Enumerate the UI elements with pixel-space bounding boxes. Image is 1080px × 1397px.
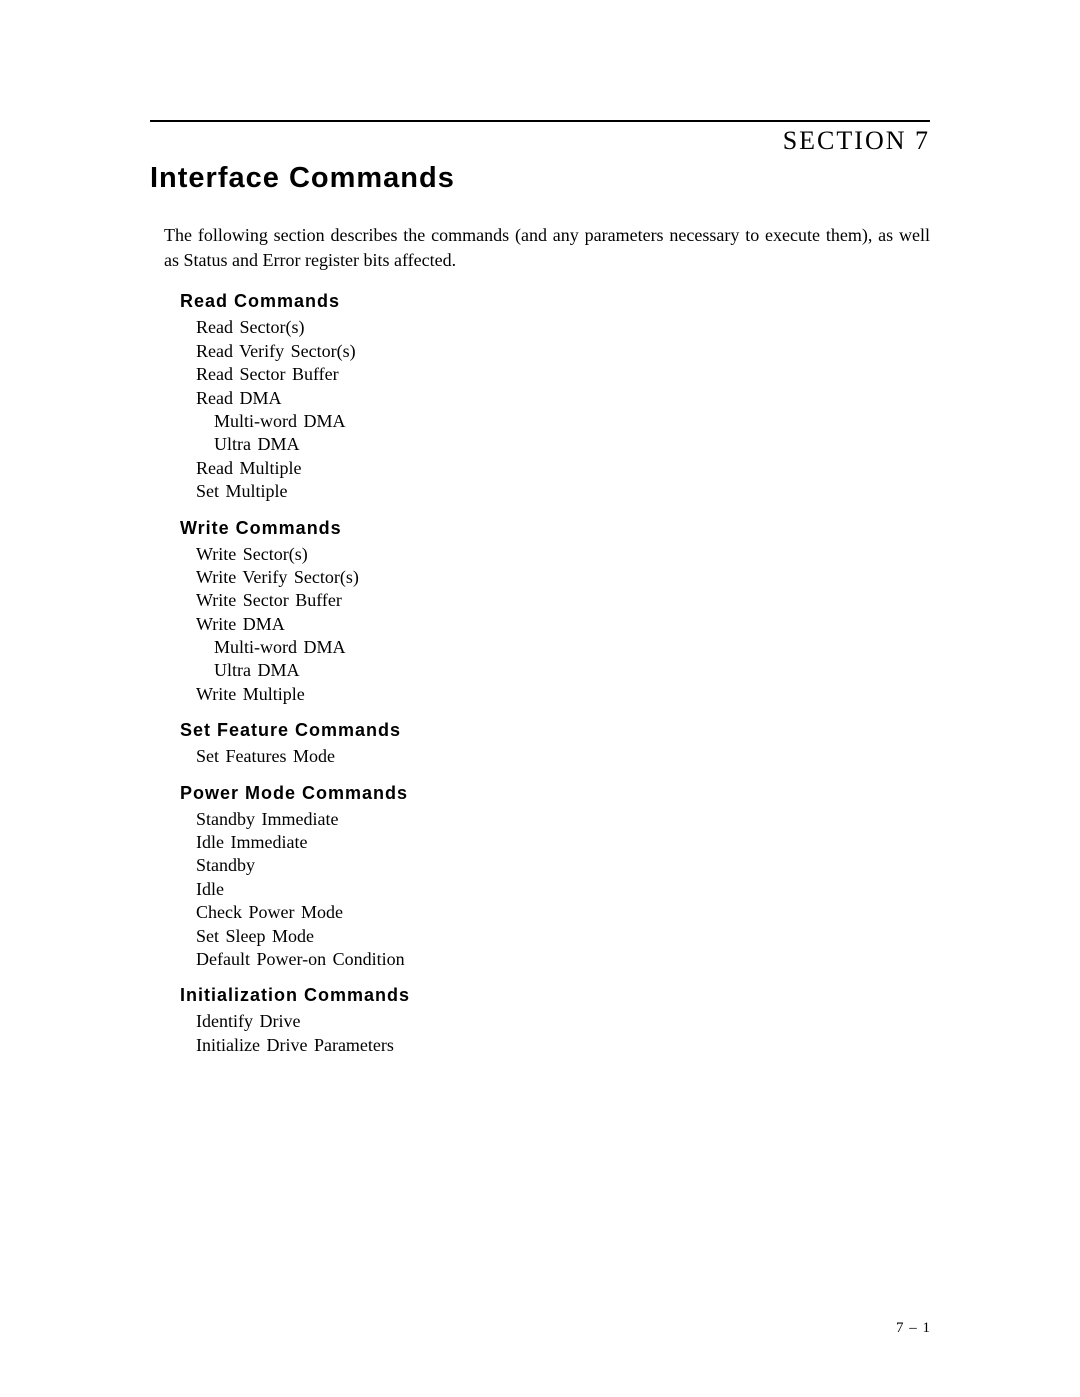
command-group: Write Commands Write Sector(s)Write Verif… xyxy=(180,518,930,707)
list-item: Ultra DMA xyxy=(214,659,930,682)
list-item: Check Power Mode xyxy=(196,901,930,924)
list-item: Write Sector(s) xyxy=(196,543,930,566)
list-item: Idle Immediate xyxy=(196,831,930,854)
groups-container: Read Commands Read Sector(s)Read Verify S… xyxy=(150,291,930,1057)
list-item: Multi-word DMA xyxy=(214,636,930,659)
list-item: Read Verify Sector(s) xyxy=(196,340,930,363)
command-group: Initialization Commands Identify DriveIni… xyxy=(180,985,930,1057)
list-item: Read Sector(s) xyxy=(196,316,930,339)
group-items: Set Features Mode xyxy=(196,745,930,768)
section-label: SECTION 7 xyxy=(150,126,930,156)
header-rule xyxy=(150,120,930,122)
list-item: Standby Immediate xyxy=(196,808,930,831)
list-item: Set Sleep Mode xyxy=(196,925,930,948)
page: SECTION 7 Interface Commands The followi… xyxy=(0,0,1080,1131)
command-group: Read Commands Read Sector(s)Read Verify S… xyxy=(180,291,930,503)
command-group: Set Feature Commands Set Features Mode xyxy=(180,720,930,768)
list-item: Write Multiple xyxy=(196,683,930,706)
page-number: 7 – 1 xyxy=(896,1320,930,1337)
list-item: Read Multiple xyxy=(196,457,930,480)
command-group: Power Mode CommandsStandby ImmediateIdle… xyxy=(180,783,930,972)
group-title: Initialization Commands xyxy=(180,985,930,1006)
group-items: Read Sector(s)Read Verify Sector(s)Read … xyxy=(196,316,930,503)
group-title: Write Commands xyxy=(180,518,930,539)
list-item: Set Features Mode xyxy=(196,745,930,768)
intro-paragraph: The following section describes the comm… xyxy=(164,223,930,273)
list-item: Multi-word DMA xyxy=(214,410,930,433)
list-item: Initialize Drive Parameters xyxy=(196,1034,930,1057)
group-items: Standby ImmediateIdle ImmediateStandbyId… xyxy=(196,808,930,972)
group-title: Power Mode Commands xyxy=(180,783,930,804)
list-item: Ultra DMA xyxy=(214,433,930,456)
list-item: Identify Drive xyxy=(196,1010,930,1033)
list-item: Read Sector Buffer xyxy=(196,363,930,386)
list-item: Read DMA xyxy=(196,387,930,410)
list-item: Standby xyxy=(196,854,930,877)
list-item: Idle xyxy=(196,878,930,901)
group-title: Set Feature Commands xyxy=(180,720,930,741)
list-item: Write DMA xyxy=(196,613,930,636)
page-title: Interface Commands xyxy=(150,162,930,195)
list-item: Write Sector Buffer xyxy=(196,589,930,612)
group-title: Read Commands xyxy=(180,291,930,312)
group-items: Identify DriveInitialize Drive Parameter… xyxy=(196,1010,930,1057)
list-item: Default Power-on Condition xyxy=(196,948,930,971)
group-items: Write Sector(s)Write Verify Sector(s)Wri… xyxy=(196,543,930,707)
list-item: Write Verify Sector(s) xyxy=(196,566,930,589)
list-item: Set Multiple xyxy=(196,480,930,503)
